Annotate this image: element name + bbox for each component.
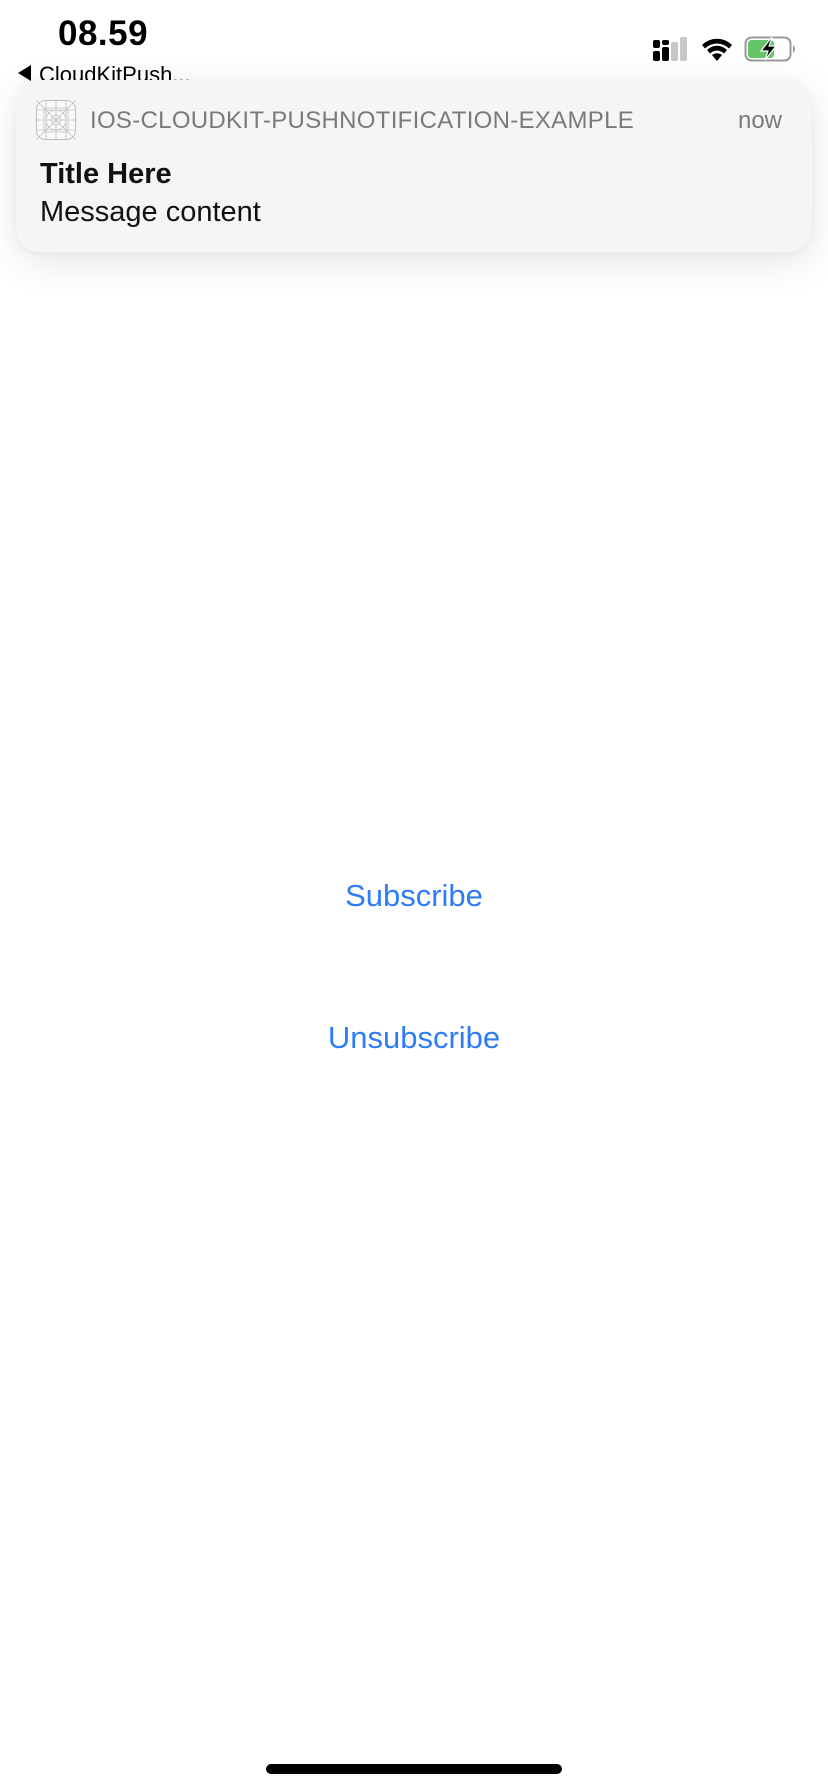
notification-message: Message content — [40, 196, 261, 228]
system-icons — [652, 34, 798, 64]
status-time: 08.59 — [58, 14, 149, 53]
unsubscribe-button[interactable]: Unsubscribe — [0, 1020, 828, 1056]
notification-app-name: IOS-CLOUDKIT-PUSHNOTIFICATION-EXAMPLE — [90, 107, 635, 134]
home-indicator[interactable] — [266, 1764, 562, 1774]
notification-time: now — [737, 107, 782, 134]
subscribe-button[interactable]: Subscribe — [0, 878, 828, 914]
app-placeholder-icon — [35, 99, 77, 141]
push-notification-banner[interactable]: IOS-CLOUDKIT-PUSHNOTIFICATION-EXAMPLE no… — [16, 80, 812, 252]
cellular-signal-icon — [652, 36, 688, 62]
notification-title: Title Here — [40, 158, 172, 190]
battery-charging-icon — [744, 36, 798, 62]
wifi-icon — [700, 36, 734, 62]
status-bar: 08.59 CloudKitPush... — [0, 0, 828, 87]
back-arrow-icon — [18, 65, 31, 81]
